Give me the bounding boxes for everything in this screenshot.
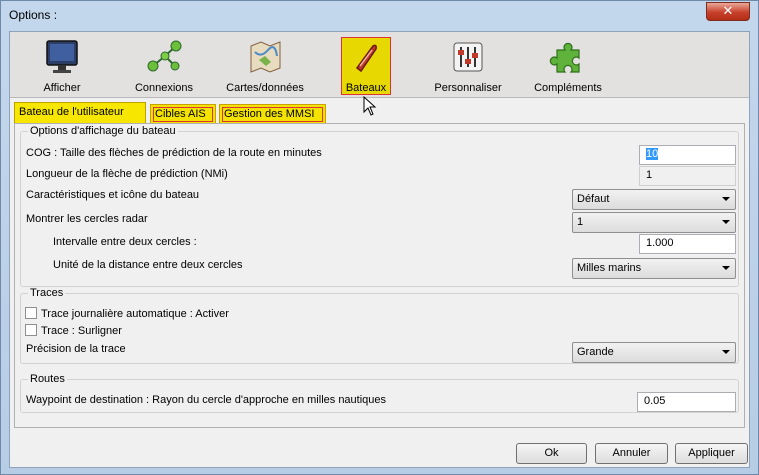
- mouse-cursor-icon: [363, 96, 377, 116]
- monitor-icon: [46, 40, 78, 73]
- tab-gestion-mmsi[interactable]: Gestion des MMSI: [219, 104, 326, 124]
- trace-precision-select[interactable]: Grande: [572, 342, 736, 363]
- chevron-down-icon: [722, 350, 730, 354]
- boat-icon-label: Caractéristiques et icône du bateau: [26, 189, 200, 201]
- radar-rings-select[interactable]: 1: [572, 212, 736, 233]
- ring-interval-label: Intervalle entre deux cercles :: [53, 236, 197, 248]
- sliders-icon: [453, 42, 483, 72]
- group-title: Traces: [30, 287, 64, 299]
- network-icon: [147, 40, 182, 72]
- tab-label: Bateau de l'utilisateur: [19, 106, 124, 118]
- tab-cibles-ais[interactable]: Cibles AIS: [150, 104, 216, 124]
- group-title: Options d'affichage du bateau: [30, 125, 176, 137]
- toolbar-item-cartes[interactable]: Cartes/données: [220, 36, 310, 96]
- auto-trace-label: Trace journalière automatique : Activer: [41, 308, 229, 320]
- boat-icon-select[interactable]: Défaut: [572, 189, 736, 210]
- ring-interval-value: 1.000: [646, 237, 674, 249]
- title-bar[interactable]: Options : ✕: [1, 1, 758, 31]
- apply-button[interactable]: Appliquer: [675, 443, 748, 464]
- tab-panel: Options d'affichage du bateau COG : Tail…: [14, 123, 745, 428]
- group-title: Routes: [30, 373, 65, 385]
- select-value: 1: [577, 216, 584, 228]
- toolbar-item-personnaliser[interactable]: Personnaliser: [426, 36, 510, 96]
- map-icon: [250, 41, 281, 73]
- close-button[interactable]: ✕: [706, 2, 750, 21]
- ok-button[interactable]: Ok: [516, 443, 587, 464]
- ring-unit-label: Unité de la distance entre deux cercles: [53, 259, 243, 271]
- toolbar-item-complements[interactable]: Compléments: [524, 36, 612, 96]
- toolbar-item-afficher[interactable]: Afficher: [32, 36, 92, 96]
- toolbar-label: Cartes/données: [226, 82, 304, 94]
- auto-trace-checkbox[interactable]: [25, 307, 37, 319]
- window-title: Options :: [9, 8, 58, 22]
- trace-precision-label: Précision de la trace: [26, 343, 126, 355]
- ring-interval-input[interactable]: 1.000: [639, 234, 736, 254]
- waypoint-radius-label: Waypoint de destination : Rayon du cercl…: [26, 394, 387, 406]
- category-toolbar: Afficher Connexions Cartes/données Batea…: [10, 32, 749, 98]
- toolbar-item-connexions[interactable]: Connexions: [128, 36, 200, 96]
- waypoint-radius-value: 0.05: [644, 395, 666, 407]
- chevron-down-icon: [722, 220, 730, 224]
- cancel-button[interactable]: Annuler: [595, 443, 668, 464]
- routes-group: Routes: [20, 373, 739, 413]
- select-value: Milles marins: [577, 262, 642, 274]
- toolbar-label: Compléments: [534, 82, 602, 94]
- highlight-trace-checkbox[interactable]: [25, 324, 37, 336]
- prediction-length-label: Longueur de la flèche de prédiction (NMi…: [26, 168, 228, 180]
- dialog-client: Afficher Connexions Cartes/données Batea…: [9, 31, 750, 468]
- prediction-length-value: 1: [646, 169, 653, 181]
- toolbar-label: Bateaux: [345, 82, 387, 94]
- toolbar-label: Afficher: [43, 82, 81, 94]
- toolbar-label: Connexions: [134, 82, 194, 94]
- tab-label: Cibles AIS: [155, 108, 206, 120]
- cog-label: COG : Taille des flèches de prédiction d…: [26, 147, 322, 159]
- boat-icon: [355, 44, 377, 73]
- puzzle-icon: [549, 42, 580, 73]
- cog-value: 10: [646, 148, 659, 160]
- toolbar-label: Personnaliser: [434, 82, 502, 94]
- radar-rings-label: Montrer les cercles radar: [26, 213, 148, 225]
- ring-unit-select[interactable]: Milles marins: [572, 258, 736, 279]
- close-icon: ✕: [722, 3, 734, 18]
- chevron-down-icon: [722, 197, 730, 201]
- tab-bateau-utilisateur[interactable]: Bateau de l'utilisateur: [14, 102, 146, 124]
- waypoint-radius-input[interactable]: 0.05: [637, 392, 736, 412]
- options-dialog: Options : ✕ Afficher Connexions Cartes/d…: [0, 0, 759, 475]
- tab-label: Gestion des MMSI: [224, 108, 315, 120]
- toolbar-item-bateaux[interactable]: Bateaux: [340, 36, 392, 96]
- highlight-trace-label: Trace : Surligner: [41, 325, 122, 337]
- select-value: Défaut: [577, 193, 610, 205]
- cog-input[interactable]: 10: [639, 145, 736, 165]
- chevron-down-icon: [722, 266, 730, 270]
- select-value: Grande: [577, 346, 614, 358]
- prediction-length-input[interactable]: 1: [639, 166, 736, 186]
